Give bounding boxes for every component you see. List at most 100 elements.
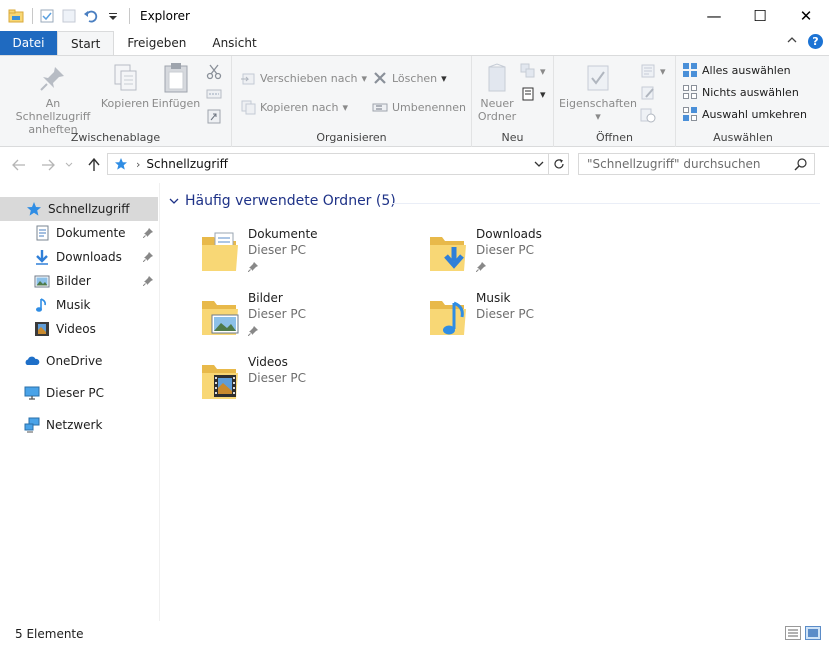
folder-item-bilder[interactable]: Bilder Dieser PC: [200, 289, 420, 345]
sidebar-item-onedrive[interactable]: OneDrive: [0, 349, 158, 373]
explorer-app-icon[interactable]: [8, 8, 24, 24]
undo-icon[interactable]: [83, 8, 99, 24]
recent-locations-icon[interactable]: [62, 155, 76, 175]
pin-icon[interactable]: [142, 227, 153, 241]
easy-access-button[interactable]: ▾: [520, 84, 546, 104]
move-to-label: Verschieben nach: [260, 71, 358, 85]
pin-icon[interactable]: [142, 251, 153, 265]
group-oeffnen: Eigenschaften ▾ ▾ Öffnen: [554, 56, 676, 147]
paste-button[interactable]: Einfügen: [152, 62, 200, 110]
documents-folder-icon: [202, 232, 238, 271]
collapse-ribbon-icon[interactable]: [786, 34, 798, 49]
cut-button[interactable]: [206, 62, 222, 82]
new-folder-button[interactable]: Neuer Ordner: [478, 62, 516, 123]
history-button[interactable]: [640, 105, 656, 125]
new-folder-icon: [481, 62, 513, 94]
copy-button[interactable]: Kopieren: [101, 62, 149, 110]
copy-path-button[interactable]: [206, 84, 222, 104]
rename-icon: [372, 99, 388, 115]
back-arrow-icon[interactable]: [9, 155, 29, 175]
copy-to-button[interactable]: Kopieren nach ▾: [240, 97, 348, 117]
easy-access-icon: [520, 86, 536, 102]
paste-shortcut-icon: [206, 108, 222, 124]
sidebar-item-label: Videos: [56, 322, 96, 336]
folder-item-videos[interactable]: Videos Dieser PC: [200, 353, 420, 409]
select-all-button[interactable]: Alles auswählen: [682, 60, 791, 80]
folder-item-dokumente[interactable]: Dokumente Dieser PC: [200, 225, 420, 281]
pin-icon[interactable]: [247, 261, 258, 275]
tab-freigeben[interactable]: Freigeben: [114, 31, 199, 55]
folder-location: Dieser PC: [476, 307, 534, 321]
new-folder-icon[interactable]: [61, 8, 77, 24]
properties-label: Eigenschaften: [559, 97, 637, 110]
quick-access-star-icon: [114, 157, 128, 171]
refresh-button[interactable]: [549, 153, 569, 175]
address-dropdown-icon[interactable]: [534, 157, 544, 174]
large-icons-view-icon[interactable]: [805, 626, 821, 643]
rename-button[interactable]: Umbenennen: [372, 97, 466, 117]
tab-datei[interactable]: Datei: [0, 31, 57, 55]
move-to-button[interactable]: Verschieben nach ▾: [240, 68, 367, 88]
navigation-bar: › Schnellzugriff "Schnellzugriff" durchs…: [0, 147, 829, 183]
address-bar[interactable]: › Schnellzugriff: [107, 153, 549, 175]
sidebar-item-label: OneDrive: [46, 354, 103, 368]
item-count: 5 Elemente: [15, 626, 84, 641]
sidebar-item-netzwerk[interactable]: Netzwerk: [0, 413, 158, 437]
maximize-button[interactable]: ☐: [737, 0, 783, 31]
details-view-icon[interactable]: [785, 626, 801, 643]
properties-check-icon: [582, 62, 614, 94]
edit-button[interactable]: [640, 83, 656, 103]
sidebar-item-label: Dokumente: [56, 226, 126, 240]
group-divider: [392, 203, 820, 204]
select-all-icon: [682, 62, 698, 78]
pin-icon[interactable]: [475, 261, 486, 275]
sidebar-item-dokumente[interactable]: Dokumente: [0, 221, 158, 245]
folder-item-downloads[interactable]: Downloads Dieser PC: [428, 225, 648, 281]
chevron-down-icon[interactable]: [169, 193, 179, 209]
sidebar-item-label: Netzwerk: [46, 418, 103, 432]
group-header-frequent-folders[interactable]: Häufig verwendete Ordner (5): [169, 193, 396, 209]
pin-quick-access-button[interactable]: An Schnellzugriff anheften: [8, 62, 98, 136]
sidebar-item-schnellzugriff[interactable]: Schnellzugriff: [0, 197, 158, 221]
open-icon: [640, 63, 656, 79]
tab-start[interactable]: Start: [57, 31, 115, 56]
tab-ansicht[interactable]: Ansicht: [199, 31, 269, 55]
sidebar-item-bilder[interactable]: Bilder: [0, 269, 158, 293]
sidebar-item-label: Musik: [56, 298, 91, 312]
up-arrow-icon[interactable]: [84, 155, 104, 175]
pin-icon[interactable]: [142, 275, 153, 289]
move-to-icon: [240, 70, 256, 86]
sidebar-item-videos[interactable]: Videos: [0, 317, 158, 341]
pin-icon[interactable]: [247, 325, 258, 339]
sidebar-item-musik[interactable]: Musik: [0, 293, 158, 317]
open-button[interactable]: ▾: [640, 61, 666, 81]
delete-button[interactable]: Löschen ▾: [372, 68, 447, 88]
status-bar: 5 Elemente: [0, 621, 829, 646]
breadcrumb-separator-icon[interactable]: ›: [136, 158, 140, 171]
customize-toolbar-icon[interactable]: [105, 8, 121, 24]
help-icon[interactable]: ?: [808, 34, 823, 49]
select-none-button[interactable]: Nichts auswählen: [682, 82, 799, 102]
folder-item-musik[interactable]: Musik Dieser PC: [428, 289, 648, 345]
close-button[interactable]: ✕: [783, 0, 829, 31]
copy-to-icon: [240, 99, 256, 115]
new-item-button[interactable]: ▾: [520, 61, 546, 81]
properties-icon[interactable]: [39, 8, 55, 24]
search-icon[interactable]: [794, 157, 808, 174]
download-arrow-icon: [34, 249, 50, 265]
invert-selection-button[interactable]: Auswahl umkehren: [682, 104, 807, 124]
dropdown-arrow-icon: ▾: [660, 64, 666, 78]
rename-label: Umbenennen: [392, 100, 466, 114]
copy-path-icon: [206, 86, 222, 102]
ribbon-tabs: Datei Start Freigeben Ansicht: [0, 31, 829, 56]
sidebar-item-downloads[interactable]: Downloads: [0, 245, 158, 269]
select-none-icon: [682, 84, 698, 100]
paste-shortcut-button[interactable]: [206, 106, 222, 126]
properties-button[interactable]: Eigenschaften ▾: [559, 62, 637, 123]
minimize-button[interactable]: —: [691, 0, 737, 31]
pictures-folder-icon: [202, 301, 239, 335]
breadcrumb-schnellzugriff[interactable]: Schnellzugriff: [146, 157, 228, 171]
search-input[interactable]: "Schnellzugriff" durchsuchen: [578, 153, 815, 175]
forward-arrow-icon[interactable]: [38, 155, 58, 175]
sidebar-item-dieser-pc[interactable]: Dieser PC: [0, 381, 158, 405]
